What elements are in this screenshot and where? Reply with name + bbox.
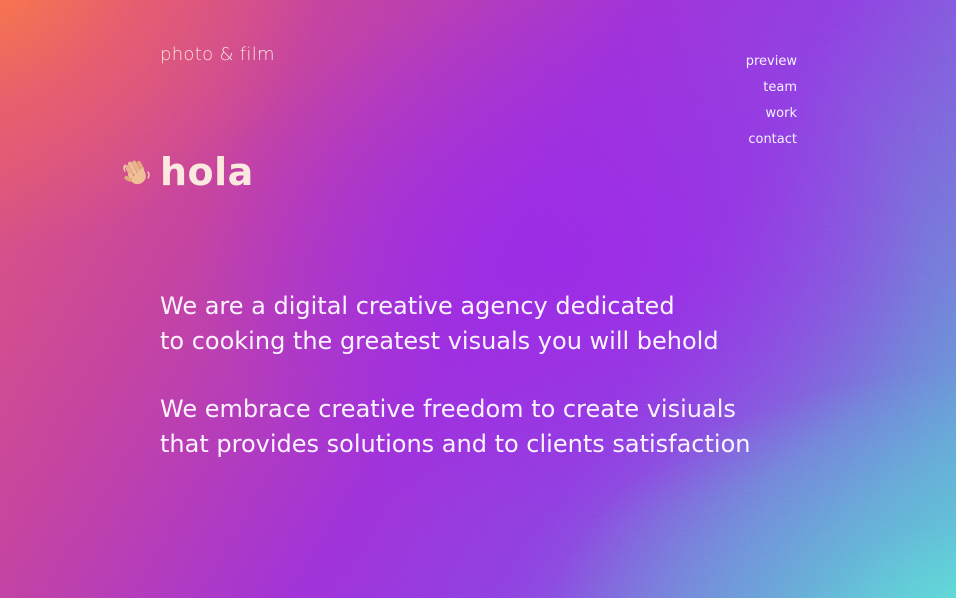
nav-link-work[interactable]: work	[766, 101, 797, 127]
greeting-heading: hola	[160, 150, 254, 194]
intro-line: We embrace creative freedom to create vi…	[160, 395, 736, 423]
intro-paragraph-2: We embrace creative freedom to create vi…	[160, 392, 820, 462]
intro-line: to cooking the greatest visuals you will…	[160, 327, 719, 355]
nav-link-team[interactable]: team	[763, 75, 797, 101]
intro-line: that provides solutions and to clients s…	[160, 430, 751, 458]
waving-hand-icon	[123, 160, 150, 185]
main-nav: preview team work contact	[746, 49, 797, 153]
nav-link-preview[interactable]: preview	[746, 49, 797, 75]
intro-paragraph-1: We are a digital creative agency dedicat…	[160, 289, 820, 359]
intro-copy: We are a digital creative agency dedicat…	[160, 289, 820, 495]
nav-link-contact[interactable]: contact	[748, 127, 797, 153]
brand-logo[interactable]: photo & film	[160, 44, 275, 65]
intro-line: We are a digital creative agency dedicat…	[160, 292, 675, 320]
hero-greeting: hola	[122, 150, 254, 194]
